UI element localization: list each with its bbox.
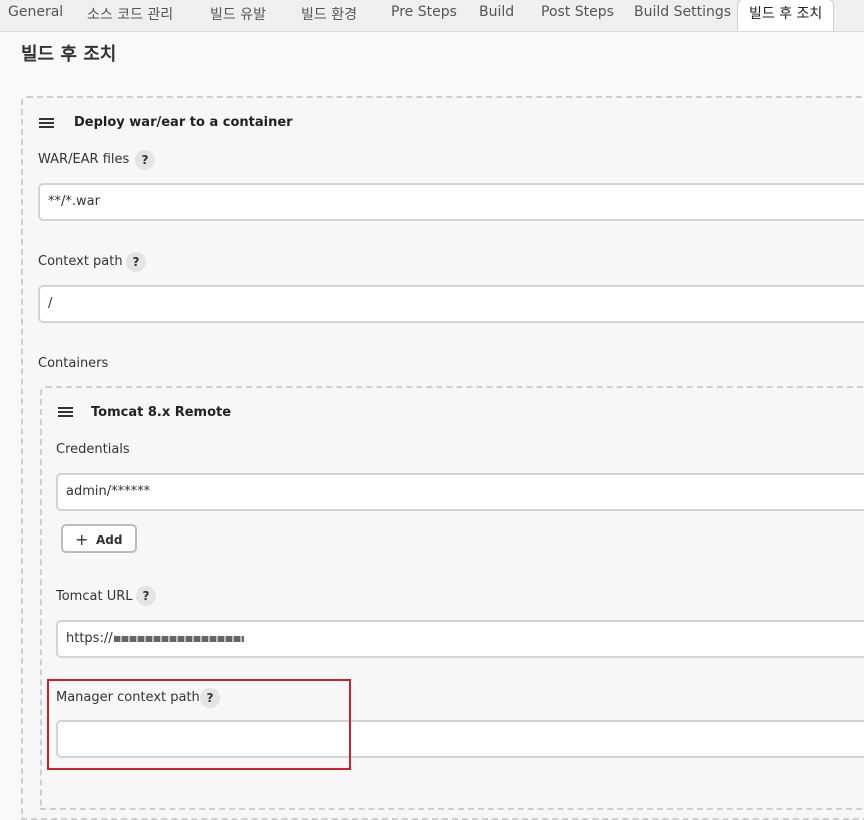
container-drag-handle-icon[interactable] — [58, 407, 73, 417]
section-title: 빌드 후 조치 — [21, 44, 117, 65]
context-path-label: Context path — [38, 254, 123, 269]
plus-icon: + — [75, 530, 89, 549]
tab-build-settings[interactable]: Build Settings — [634, 4, 731, 20]
tomcat-url-input[interactable]: https:// — [56, 620, 864, 658]
add-credentials-button[interactable]: + Add — [61, 524, 137, 553]
tab-build-triggers[interactable]: 빌드 유발 — [210, 4, 266, 24]
tab-post-build-actions[interactable]: 빌드 후 조치 — [737, 0, 835, 31]
add-button-label: Add — [96, 533, 123, 547]
tab-pre-steps[interactable]: Pre Steps — [391, 4, 457, 20]
war-files-input[interactable]: **/*.war — [38, 183, 864, 221]
tomcat-url-help-icon[interactable]: ? — [136, 586, 156, 606]
context-path-input[interactable]: / — [38, 285, 864, 323]
context-path-help-icon[interactable]: ? — [126, 252, 146, 272]
war-files-label: WAR/EAR files — [38, 152, 130, 167]
tab-build-environment[interactable]: 빌드 환경 — [301, 4, 357, 24]
credentials-select[interactable]: admin/****** — [56, 473, 864, 511]
containers-label: Containers — [38, 356, 109, 371]
tomcat-url-value: https:// — [66, 631, 113, 646]
tab-bar: General 소스 코드 관리 빌드 유발 빌드 환경 Pre Steps B… — [0, 0, 864, 32]
deploy-step-title: Deploy war/ear to a container — [74, 115, 293, 130]
tab-build[interactable]: Build — [479, 4, 514, 20]
highlight-box — [47, 679, 351, 770]
tomcat-container-title: Tomcat 8.x Remote — [91, 405, 232, 420]
tab-general[interactable]: General — [8, 4, 63, 20]
redacted-url-mark — [113, 635, 244, 642]
tab-source-code-management[interactable]: 소스 코드 관리 — [87, 4, 173, 24]
tab-post-steps[interactable]: Post Steps — [541, 4, 614, 20]
drag-handle-icon[interactable] — [39, 118, 54, 128]
tomcat-url-label: Tomcat URL — [56, 589, 133, 604]
credentials-label: Credentials — [56, 442, 130, 457]
war-files-help-icon[interactable]: ? — [135, 150, 155, 170]
